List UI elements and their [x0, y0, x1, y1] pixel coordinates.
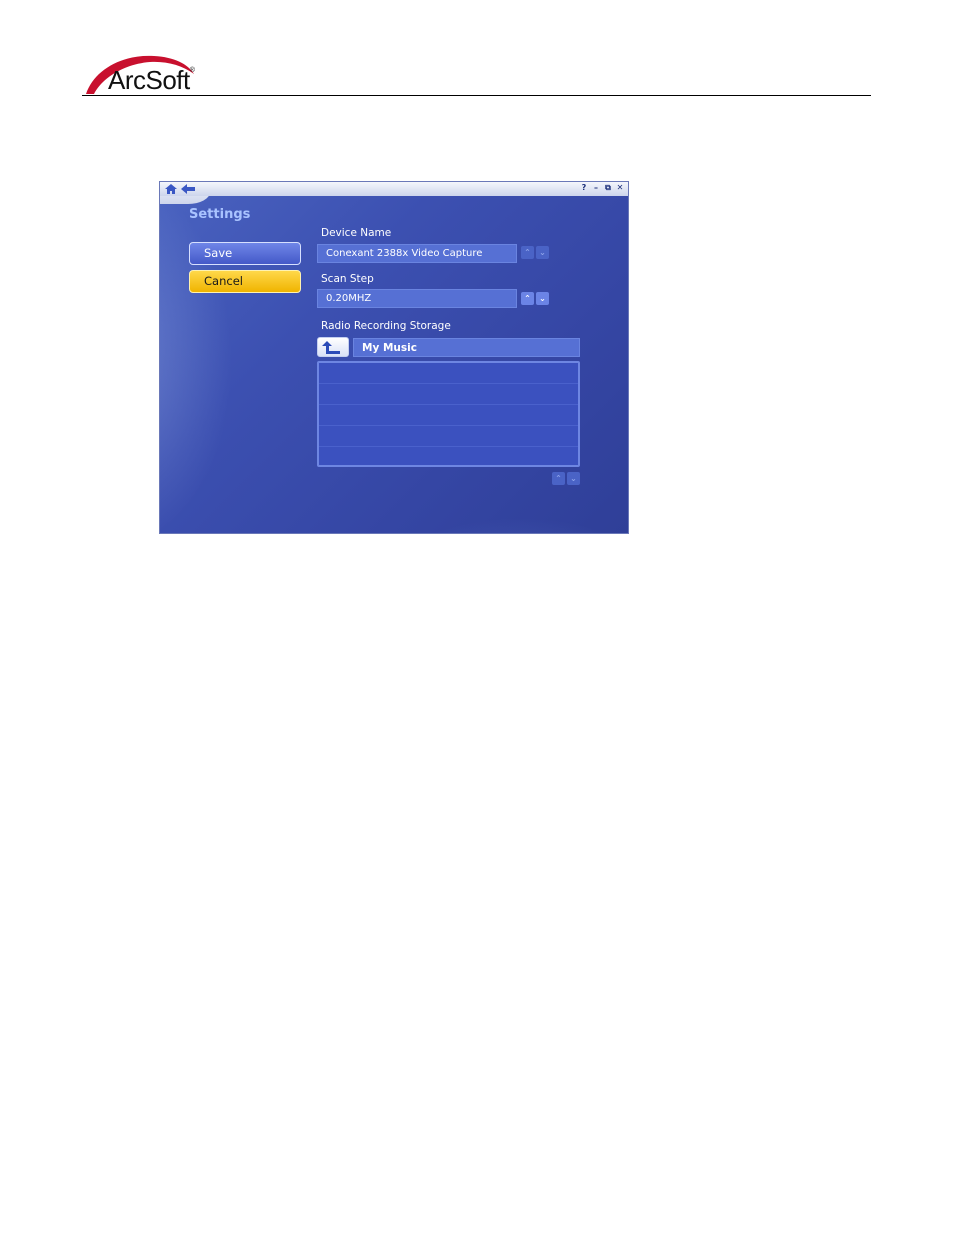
- titlebar: [160, 182, 628, 196]
- window-controls: ? – ⧉ ✕: [580, 183, 624, 193]
- restore-icon[interactable]: ⧉: [604, 183, 612, 193]
- logo-text: ArcSoft: [108, 65, 190, 95]
- arcsoft-logo: ArcSoft®: [82, 52, 202, 95]
- storage-path-field: My Music: [353, 338, 580, 357]
- chevron-up-icon[interactable]: ⌃: [521, 246, 534, 259]
- chevron-up-icon[interactable]: ⌃: [521, 292, 534, 305]
- minimize-icon[interactable]: –: [592, 183, 600, 193]
- up-folder-arrow-icon: [322, 341, 340, 354]
- scan-step-stepper: ⌃ ⌄: [521, 292, 549, 305]
- chevron-down-icon[interactable]: ⌄: [536, 246, 549, 259]
- back-arrow-icon[interactable]: [181, 184, 195, 194]
- cancel-button[interactable]: Cancel: [189, 270, 301, 293]
- registered-mark: ®: [189, 67, 195, 74]
- folder-list-stepper: ⌃ ⌄: [552, 472, 580, 485]
- scan-step-label: Scan Step: [321, 273, 374, 285]
- home-icon[interactable]: [165, 184, 177, 194]
- up-folder-button[interactable]: [317, 337, 349, 357]
- storage-label: Radio Recording Storage: [321, 320, 451, 332]
- scan-step-field[interactable]: 0.20MHZ: [317, 289, 517, 308]
- help-icon[interactable]: ?: [580, 183, 588, 193]
- close-icon[interactable]: ✕: [616, 183, 624, 193]
- settings-window: ? – ⧉ ✕ Settings Save Cancel Device Name…: [159, 181, 629, 534]
- list-item: [319, 426, 578, 447]
- chevron-down-icon[interactable]: ⌄: [567, 472, 580, 485]
- folder-list[interactable]: [317, 361, 580, 467]
- list-item: [319, 384, 578, 405]
- chevron-down-icon[interactable]: ⌄: [536, 292, 549, 305]
- list-item: [319, 363, 578, 384]
- save-button[interactable]: Save: [189, 242, 301, 265]
- device-name-label: Device Name: [321, 227, 392, 239]
- header-divider: [82, 95, 871, 96]
- device-name-field[interactable]: Conexant 2388x Video Capture: [317, 244, 517, 263]
- page-title: Settings: [189, 207, 251, 222]
- list-item: [319, 405, 578, 426]
- device-name-stepper: ⌃ ⌄: [521, 246, 549, 259]
- chevron-up-icon[interactable]: ⌃: [552, 472, 565, 485]
